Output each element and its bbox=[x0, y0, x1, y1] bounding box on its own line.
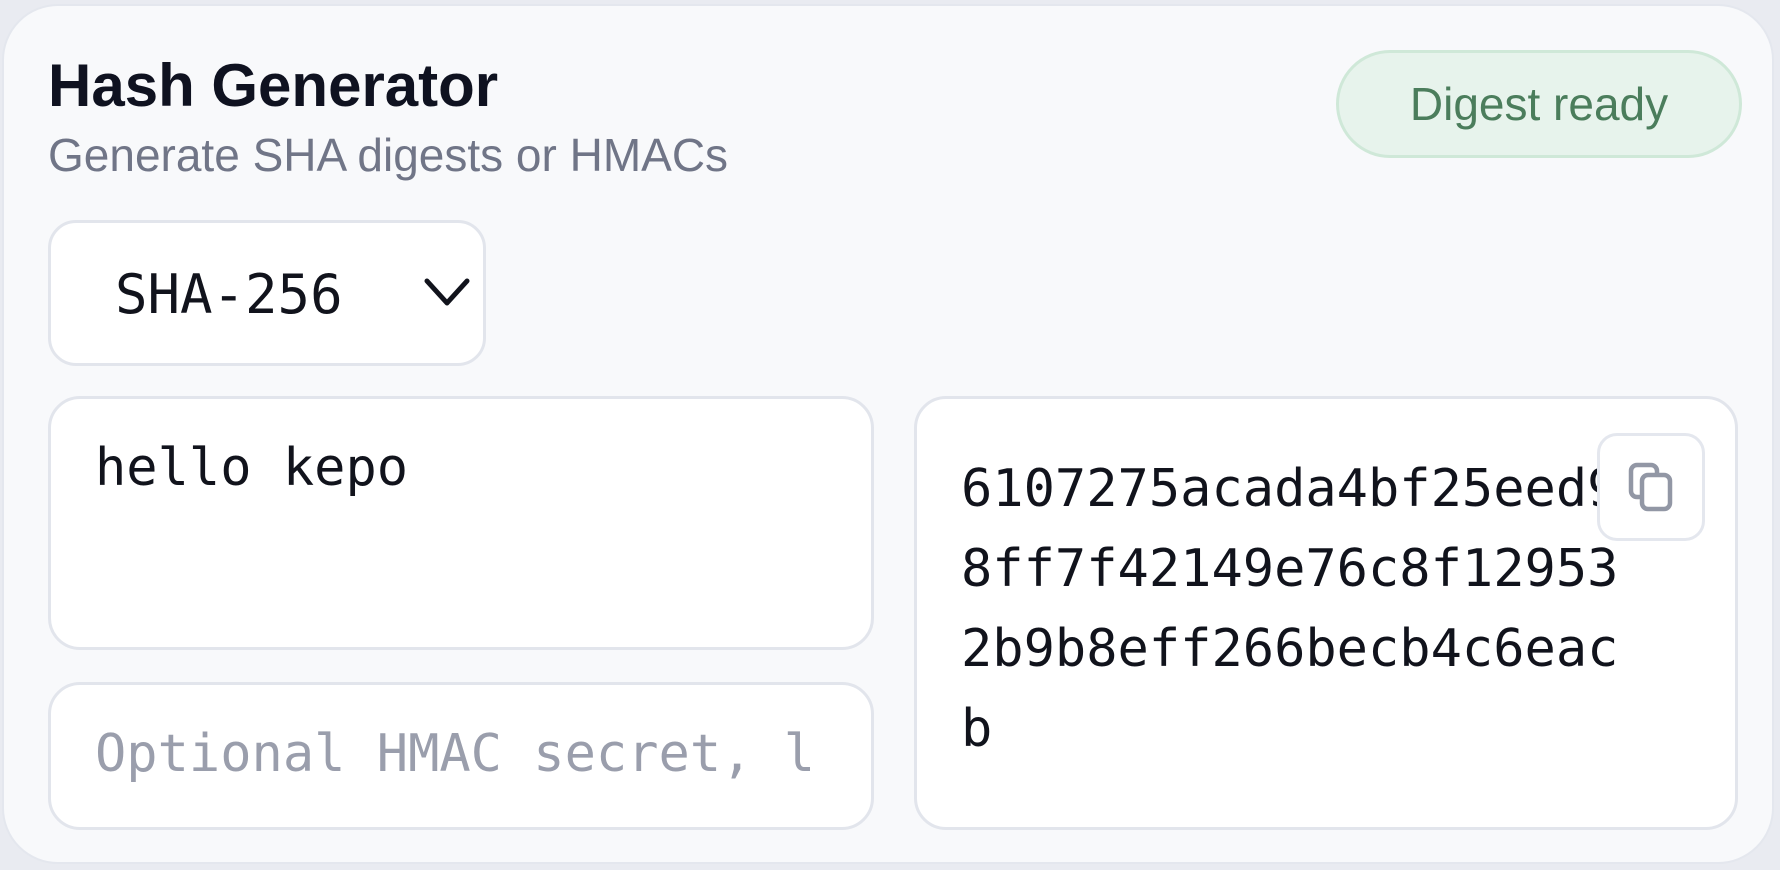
algorithm-select-value: SHA-256 bbox=[115, 263, 343, 326]
status-badge: Digest ready bbox=[1336, 50, 1742, 158]
digest-value: 6107275acada4bf25eed98ff7f42149e76c8f129… bbox=[961, 459, 1619, 759]
page-title: Hash Generator bbox=[48, 52, 499, 119]
hash-generator-card: Hash Generator Generate SHA digests or H… bbox=[2, 4, 1774, 864]
message-input-value: hello kepo bbox=[95, 438, 409, 498]
page-subtitle: Generate SHA digests or HMACs bbox=[48, 129, 729, 181]
digest-output: 6107275acada4bf25eed98ff7f42149e76c8f129… bbox=[914, 396, 1738, 830]
hmac-secret-input[interactable]: Optional HMAC secret, leave empty for pl… bbox=[48, 682, 874, 830]
hmac-secret-placeholder: Optional HMAC secret, leave empty for pl… bbox=[95, 724, 817, 784]
copy-icon bbox=[1628, 462, 1673, 512]
copy-button[interactable] bbox=[1597, 433, 1705, 541]
algorithm-select[interactable]: SHA-256 bbox=[48, 220, 486, 366]
chevron-down-icon bbox=[424, 278, 470, 306]
message-input[interactable]: hello kepo bbox=[48, 396, 874, 650]
